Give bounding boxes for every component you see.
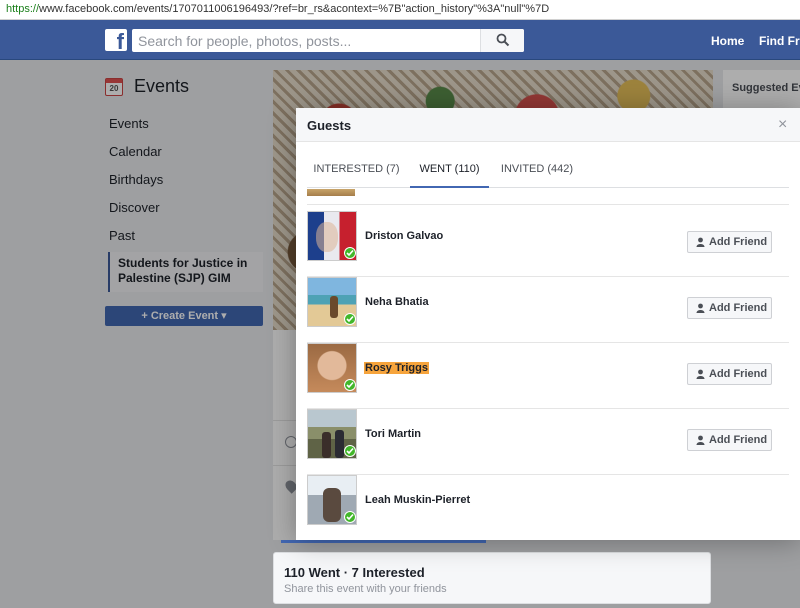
guest-name-highlighted[interactable]: Rosy Triggs <box>364 362 429 374</box>
went-check-icon <box>344 445 356 457</box>
add-friend-label: Add Friend <box>709 302 768 314</box>
search-button[interactable] <box>480 29 524 52</box>
browser-url-bar[interactable]: https://www.facebook.com/events/17070110… <box>0 0 800 20</box>
add-friend-button[interactable]: Add Friend <box>687 429 772 451</box>
avatar[interactable] <box>307 189 355 196</box>
dialog-title: Guests <box>307 118 352 133</box>
table-row: Neha Bhatia Add Friend <box>307 277 789 343</box>
add-friend-button[interactable]: Add Friend <box>687 297 772 319</box>
went-check-icon <box>344 313 356 325</box>
search-icon <box>496 33 510 47</box>
table-row: Leah Muskin-Pierret <box>307 475 789 540</box>
facebook-logo-icon[interactable]: f <box>105 29 127 51</box>
url-scheme: https:// <box>6 3 40 15</box>
event-summary-card: 110 Went · 7 Interested Share this event… <box>273 552 711 604</box>
tab-invited[interactable]: INVITED (442) <box>493 154 581 188</box>
went-check-icon <box>344 511 356 523</box>
add-person-icon <box>696 369 705 379</box>
search-input[interactable]: Search for people, photos, posts... <box>132 29 524 52</box>
add-person-icon <box>696 237 705 247</box>
event-attendance-summary[interactable]: 110 Went · 7 Interested <box>284 565 425 580</box>
url-text: www.facebook.com/events/1707011006196493… <box>39 3 550 15</box>
guest-name[interactable]: Driston Galvao <box>365 230 443 242</box>
guest-name[interactable]: Neha Bhatia <box>365 296 429 308</box>
close-icon[interactable]: × <box>778 117 787 133</box>
list-item <box>307 189 789 205</box>
share-prompt: Share this event with your friends <box>284 583 447 595</box>
add-friend-label: Add Friend <box>709 434 768 446</box>
dialog-header: Guests × <box>296 108 800 142</box>
add-friend-label: Add Friend <box>709 368 768 380</box>
add-friend-button[interactable]: Add Friend <box>687 231 772 253</box>
guest-name[interactable]: Tori Martin <box>365 428 421 440</box>
add-friend-button[interactable]: Add Friend <box>687 363 772 385</box>
guest-tabs: INTERESTED (7) WENT (110) INVITED (442) <box>307 154 789 188</box>
search-placeholder: Search for people, photos, posts... <box>138 33 352 49</box>
table-row: Tori Martin Add Friend <box>307 409 789 475</box>
tab-went[interactable]: WENT (110) <box>410 154 489 188</box>
table-row: Driston Galvao Add Friend <box>307 211 789 277</box>
add-person-icon <box>696 435 705 445</box>
guest-list[interactable]: Driston Galvao Add Friend Neha Bhatia Ad… <box>307 189 789 540</box>
went-check-icon <box>344 379 356 391</box>
nav-find-friends-link[interactable]: Find Frie <box>759 34 800 48</box>
add-friend-label: Add Friend <box>709 236 768 248</box>
guests-dialog: Guests × INTERESTED (7) WENT (110) INVIT… <box>296 108 800 540</box>
add-person-icon <box>696 303 705 313</box>
tab-interested[interactable]: INTERESTED (7) <box>307 154 406 188</box>
table-row: Rosy Triggs Add Friend <box>307 343 789 409</box>
guest-name[interactable]: Leah Muskin-Pierret <box>365 494 470 506</box>
facebook-top-bar: f Search for people, photos, posts... Ho… <box>0 20 800 60</box>
event-tab-underline <box>281 540 486 543</box>
nav-home-link[interactable]: Home <box>711 34 744 48</box>
went-check-icon <box>344 247 356 259</box>
